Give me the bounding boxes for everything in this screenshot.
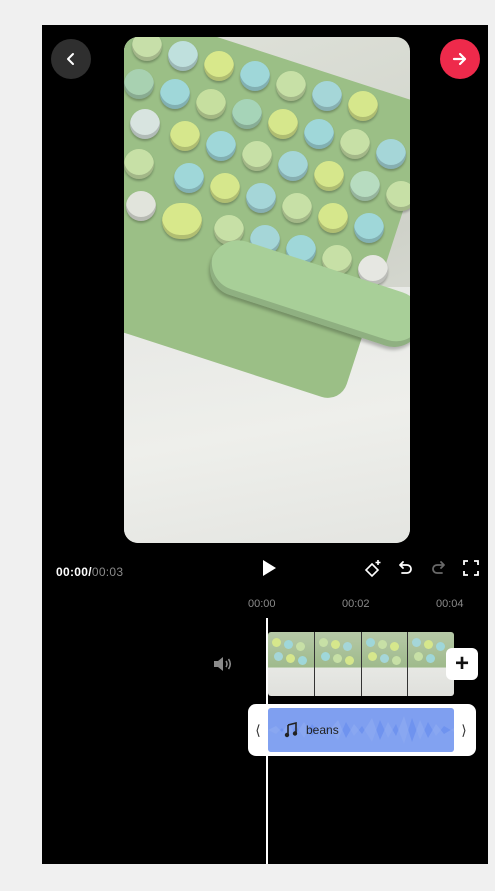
keycap [124,149,154,179]
redo-button[interactable] [428,557,450,579]
audio-clip[interactable]: ⟨ beans ⟩ [248,704,476,756]
mute-toggle[interactable] [212,655,234,673]
keycap [124,69,154,99]
fullscreen-icon [463,560,479,576]
keycap [314,161,344,191]
total-time: 00:03 [91,565,124,579]
redo-icon [432,561,445,574]
keycap [196,89,226,119]
keycap [162,203,202,239]
keycap [348,91,378,121]
keycap [318,203,348,233]
speaker-icon [214,657,232,671]
audio-trim-right-handle[interactable]: ⟩ [454,704,474,756]
play-icon [263,560,276,576]
video-editor-screen: 00:00/00:03 00:00 00:02 00:04 + ⟨ beans … [42,25,488,864]
keycap [240,61,270,91]
keycap [350,171,380,201]
fullscreen-button[interactable] [460,557,482,579]
ruler-tick-label: 00:04 [436,598,464,610]
keycap [246,183,276,213]
audio-waveform-area: beans [268,708,454,752]
back-button[interactable] [51,39,91,79]
audio-clip-title: beans [306,723,339,737]
ruler-tick-label: 00:02 [342,598,370,610]
keycap [312,81,342,111]
keycap [268,109,298,139]
current-time: 00:00 [56,565,89,579]
ruler-tick-label: 00:00 [248,598,276,610]
keycap [204,51,234,81]
add-clip-button[interactable]: + [446,648,478,680]
play-button[interactable] [258,557,280,579]
audio-clip-label: beans [284,722,339,738]
keycap [174,163,204,193]
music-note-icon [284,722,298,738]
video-preview[interactable] [124,37,410,543]
keycap [278,151,308,181]
keycap [160,79,190,109]
keyframe-icon [364,560,381,578]
keycap [170,121,200,151]
keycap [354,213,384,243]
clip-thumbnail [361,632,409,696]
video-clip[interactable] [268,632,454,696]
keycap [386,181,410,211]
keycap [126,191,156,221]
playhead[interactable] [266,618,268,864]
arrow-right-icon [452,52,467,66]
clip-thumbnail [314,632,362,696]
clip-thumbnail [268,632,315,696]
keycap [210,173,240,203]
keycap [168,41,198,71]
keycap [232,99,262,129]
keycap [282,193,312,223]
keycap [132,37,162,61]
keycap [376,139,406,169]
chevron-left-icon [67,53,74,65]
audio-trim-left-handle[interactable]: ⟨ [248,704,268,756]
next-button[interactable] [440,39,480,79]
keycap [130,109,160,139]
time-readout: 00:00/00:03 [56,565,123,579]
keyframe-button[interactable] [362,557,384,579]
keycap [276,71,306,101]
undo-button[interactable] [394,557,416,579]
undo-icon [399,561,412,574]
plus-icon: + [454,650,469,677]
keycap [206,131,236,161]
keycap [304,119,334,149]
keycap [242,141,272,171]
keycap [340,129,370,159]
